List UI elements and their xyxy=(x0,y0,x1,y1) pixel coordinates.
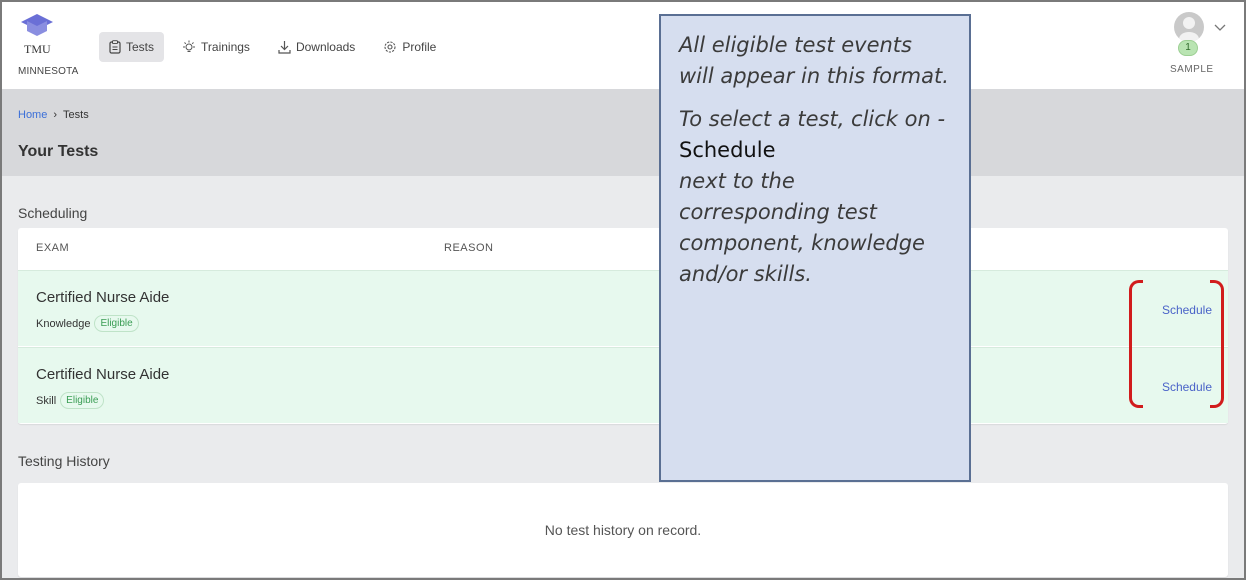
schedule-link-knowledge[interactable]: Schedule xyxy=(1162,303,1212,317)
breadcrumb-separator: › xyxy=(53,109,58,121)
breadcrumb: Home › Tests xyxy=(18,109,89,121)
avatar[interactable] xyxy=(1174,12,1204,42)
component-label: Knowledge xyxy=(36,317,91,330)
brand-name: TMU xyxy=(24,42,51,56)
empty-history-message: No test history on record. xyxy=(544,522,702,538)
lightbulb-icon xyxy=(183,40,196,52)
nav-tests-label: Tests xyxy=(126,40,155,54)
nav-profile[interactable]: Profile xyxy=(373,32,446,62)
top-navigation-bar: TMU MINNESOTA Tests Trainings Downloads … xyxy=(2,2,1244,89)
app-frame: TMU MINNESOTA Tests Trainings Downloads … xyxy=(0,0,1246,580)
exam-component: Knowledge Eligible xyxy=(36,315,139,332)
nav-downloads-label: Downloads xyxy=(295,40,356,54)
callout-detail: next to the corresponding test component… xyxy=(679,169,925,286)
callout-intro: All eligible test events will appear in … xyxy=(679,33,949,88)
gear-icon xyxy=(384,41,396,53)
column-header-exam: EXAM xyxy=(36,242,70,254)
table-row: Certified Nurse Aide Skill Eligible Sche… xyxy=(18,347,1228,423)
status-badge: Eligible xyxy=(60,392,105,409)
exam-component: Skill Eligible xyxy=(36,392,105,409)
scheduling-section-label: Scheduling xyxy=(18,205,88,221)
chevron-down-icon[interactable] xyxy=(1214,24,1226,32)
table-row: Certified Nurse Aide Knowledge Eligible … xyxy=(18,270,1228,346)
brand-state: MINNESOTA xyxy=(18,66,79,77)
annotation-bracket-right xyxy=(1210,280,1224,408)
exam-name: Certified Nurse Aide xyxy=(36,289,170,306)
component-label: Skill xyxy=(36,394,57,407)
brand-logo[interactable]: TMU MINNESOTA xyxy=(18,12,88,82)
notification-badge: 1 xyxy=(1178,40,1198,56)
testing-history-label: Testing History xyxy=(18,453,110,469)
page-title: Your Tests xyxy=(18,143,99,160)
breadcrumb-home-link[interactable]: Home xyxy=(18,109,47,121)
schedule-link-skill[interactable]: Schedule xyxy=(1162,380,1212,394)
scheduling-table: EXAM REASON Certified Nurse Aide Knowled… xyxy=(18,228,1228,424)
graduation-cap-icon xyxy=(21,14,53,36)
exam-name: Certified Nurse Aide xyxy=(36,366,170,383)
column-header-reason: REASON xyxy=(444,242,494,254)
callout-instruction: To select a test, click on - xyxy=(679,107,946,131)
clipboard-icon xyxy=(109,40,121,54)
main-nav: Tests Trainings Downloads Profile xyxy=(99,32,446,62)
page-header-band: Home › Tests Your Tests xyxy=(2,89,1244,176)
user-silhouette-icon xyxy=(1179,17,1199,42)
callout-keyword: Schedule xyxy=(679,138,776,162)
status-badge: Eligible xyxy=(94,315,139,332)
breadcrumb-current: Tests xyxy=(63,109,89,121)
annotation-bracket-left xyxy=(1129,280,1143,408)
nav-trainings-label: Trainings xyxy=(201,40,250,54)
nav-tests[interactable]: Tests xyxy=(99,32,165,62)
nav-trainings[interactable]: Trainings xyxy=(172,32,260,62)
nav-downloads[interactable]: Downloads xyxy=(268,32,365,62)
testing-history-panel: No test history on record. xyxy=(18,483,1228,577)
download-icon xyxy=(278,41,291,54)
instruction-callout: All eligible test events will appear in … xyxy=(659,14,971,482)
user-name: SAMPLE xyxy=(1170,64,1214,75)
user-menu[interactable]: 1 SAMPLE xyxy=(1170,12,1230,82)
nav-profile-label: Profile xyxy=(402,40,437,54)
